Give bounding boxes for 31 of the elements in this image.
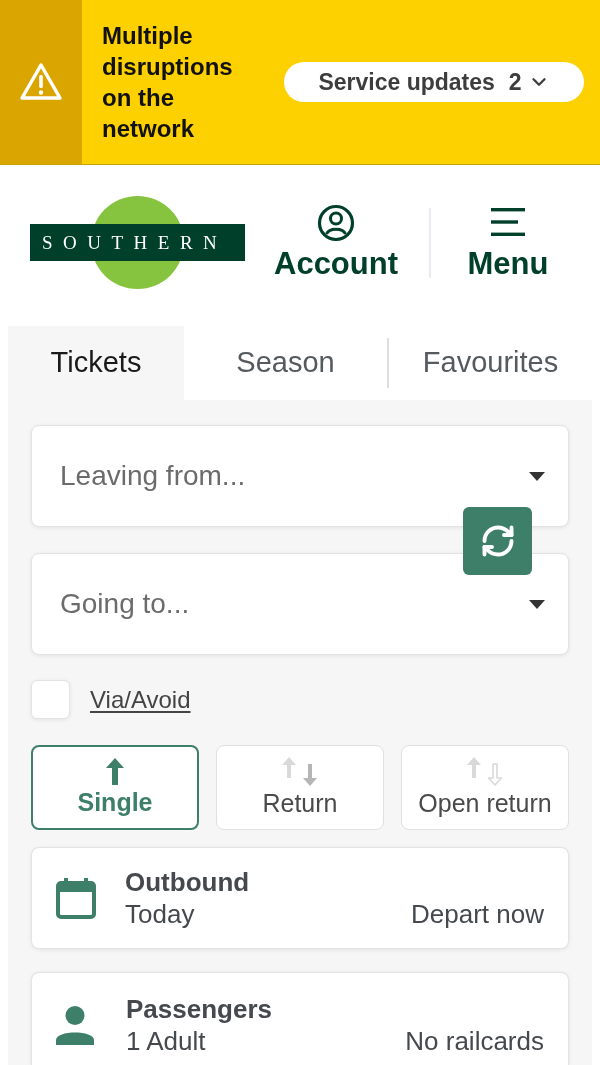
ticket-type-option[interactable]: Single <box>31 745 199 830</box>
service-updates-button[interactable]: Service updates 2 <box>284 62 584 102</box>
via-avoid-checkbox[interactable] <box>31 680 70 719</box>
swap-stations-button[interactable] <box>463 507 532 575</box>
ticket-type-option[interactable]: Return <box>216 745 384 830</box>
outbound-date: Today <box>125 898 195 930</box>
passengers-card[interactable]: Passengers 1 Adult No railcards <box>31 972 569 1065</box>
outbound-card[interactable]: Outbound Today Depart now <box>31 847 569 949</box>
warning-icon <box>19 62 63 102</box>
tab[interactable]: Tickets <box>8 326 184 400</box>
via-avoid-link[interactable]: Via/Avoid <box>90 681 191 718</box>
passenger-count: 1 Adult <box>126 1025 206 1057</box>
logo-wordmark: SOUTHERN <box>42 232 228 253</box>
up-down-arrows-icon <box>282 757 318 786</box>
menu-button[interactable]: Menu <box>456 203 560 282</box>
user-circle-icon <box>317 203 355 242</box>
up-down-outline-arrows-icon <box>467 757 503 786</box>
up-arrow-icon <box>106 758 124 785</box>
passengers-title: Passengers <box>126 993 272 1025</box>
dropdown-caret-icon <box>529 472 545 481</box>
disruption-message: Multiple disruptions on the network <box>102 21 234 144</box>
departure-time: Depart now <box>411 898 544 930</box>
calendar-icon <box>56 877 96 919</box>
destination-station-field[interactable]: Going to... <box>31 553 569 655</box>
railcards-summary: No railcards <box>405 1025 544 1057</box>
outbound-title: Outbound <box>125 866 250 898</box>
departure-station-field[interactable]: Leaving from... <box>31 425 569 527</box>
account-button[interactable]: Account <box>263 203 409 282</box>
ticket-type-option[interactable]: Open return <box>401 745 569 830</box>
dropdown-caret-icon <box>529 600 545 609</box>
person-icon <box>55 1005 95 1045</box>
